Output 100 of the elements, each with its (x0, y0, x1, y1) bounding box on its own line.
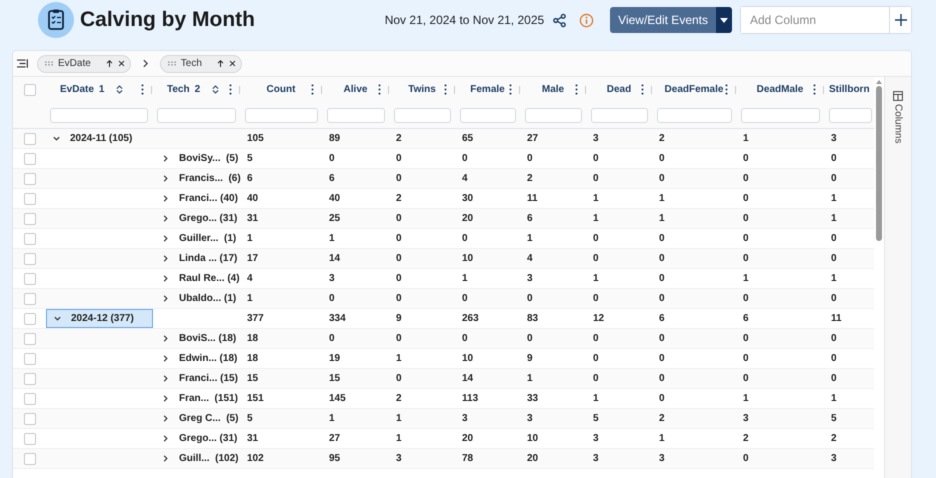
expand-toggle-icon[interactable] (52, 134, 61, 143)
column-menu-icon[interactable] (575, 84, 578, 95)
row-checkbox[interactable] (24, 312, 36, 324)
row-checkbox[interactable] (24, 272, 36, 284)
sort-icon[interactable] (212, 85, 220, 94)
filter-field[interactable] (829, 108, 872, 122)
filter-field[interactable] (460, 108, 516, 122)
row-checkbox[interactable] (24, 412, 36, 424)
row-checkbox[interactable] (24, 332, 36, 344)
column-header[interactable]: DeadFemale (664, 84, 724, 95)
table-cell: 2 (396, 133, 402, 144)
filter-field[interactable] (157, 108, 236, 122)
table-cell: 6 (659, 313, 665, 324)
row-checkbox[interactable] (24, 352, 36, 364)
table-cell: 10 (462, 253, 474, 264)
filter-field[interactable] (657, 108, 732, 122)
filter-field[interactable] (741, 108, 820, 122)
table-cell: 15 (247, 373, 258, 384)
row-checkbox[interactable] (24, 232, 36, 244)
expand-toggle-icon[interactable] (161, 294, 170, 303)
table-cell: 27 (527, 133, 538, 144)
filter-field[interactable] (394, 108, 451, 122)
filter-field[interactable] (245, 108, 318, 122)
table-cell: 0 (396, 333, 402, 344)
column-header[interactable]: Alive (344, 84, 368, 95)
expand-toggle-icon[interactable] (161, 434, 170, 443)
expand-toggle-icon[interactable] (161, 354, 170, 363)
expand-toggle-icon[interactable] (161, 394, 170, 403)
row-checkbox[interactable] (24, 432, 36, 444)
row-checkbox[interactable] (24, 252, 36, 264)
expand-toggle-icon[interactable] (161, 154, 170, 163)
expand-toggle-icon[interactable] (161, 274, 170, 283)
column-menu-icon[interactable] (444, 84, 447, 95)
filter-field[interactable] (327, 108, 385, 122)
columns-tab[interactable]: Columns (884, 77, 911, 478)
column-menu-icon[interactable] (141, 84, 144, 95)
row-checkbox[interactable] (24, 192, 36, 204)
column-menu-icon[interactable] (509, 84, 512, 95)
table-cell: 6 (527, 213, 533, 224)
row-checkbox[interactable] (24, 212, 36, 224)
close-icon[interactable] (118, 60, 125, 67)
expand-toggle-icon[interactable] (161, 414, 170, 423)
share-icon[interactable] (552, 12, 568, 28)
column-menu-icon[interactable] (725, 84, 728, 95)
drag-handle-icon[interactable] (45, 61, 53, 66)
table-cell: 4 (527, 253, 533, 264)
table-cell: 0 (396, 293, 402, 304)
expand-toggle-icon[interactable] (161, 194, 170, 203)
view-edit-events-button[interactable]: View/Edit Events (610, 7, 716, 33)
table-cell: 2 (659, 133, 665, 144)
column-menu-icon[interactable] (229, 84, 232, 95)
row-checkbox[interactable] (24, 292, 36, 304)
scroll-up-icon[interactable] (876, 80, 882, 84)
select-all-checkbox[interactable] (24, 84, 36, 96)
group-label: Francis... (6) (179, 173, 241, 184)
date-range: Nov 21, 2024 to Nov 21, 2025 (384, 13, 544, 27)
row-checkbox[interactable] (24, 392, 36, 404)
column-header[interactable]: Dead (606, 84, 632, 95)
column-header[interactable]: Twins (408, 84, 436, 95)
expand-toggle-icon[interactable] (161, 254, 170, 263)
column-menu-icon[interactable] (813, 84, 816, 95)
filter-field[interactable] (591, 108, 648, 122)
group-chip[interactable]: EvDate (37, 54, 131, 72)
column-header[interactable]: Male (542, 84, 564, 95)
info-icon[interactable] (579, 12, 594, 28)
filter-field[interactable] (50, 108, 148, 122)
row-checkbox[interactable] (24, 452, 36, 464)
table-cell: 14 (329, 253, 340, 264)
column-menu-icon[interactable] (311, 84, 314, 95)
column-header[interactable]: Female (470, 84, 505, 95)
column-menu-icon[interactable] (641, 84, 644, 95)
group-label: Guiller... (1) (179, 233, 236, 244)
close-icon[interactable] (228, 60, 236, 67)
expand-toggle-icon[interactable] (161, 334, 170, 343)
row-checkbox[interactable] (24, 172, 36, 184)
expand-toggle-icon[interactable] (161, 454, 170, 463)
row-checkbox[interactable] (24, 152, 36, 164)
column-header[interactable]: EvDate (60, 84, 94, 95)
expand-toggle-icon[interactable] (161, 374, 170, 383)
table-cell: 2 (659, 413, 665, 424)
table-cell: 3 (593, 453, 599, 464)
column-header[interactable]: Tech (167, 84, 190, 95)
group-chip[interactable]: Tech (160, 54, 242, 72)
sort-ascending-icon[interactable] (216, 60, 224, 67)
dropdown-button[interactable] (716, 7, 732, 33)
column-header[interactable]: DeadMale (756, 84, 804, 95)
column-header[interactable]: Stillborn (829, 84, 870, 95)
expand-toggle-icon[interactable] (161, 234, 170, 243)
column-header[interactable]: Count (266, 84, 296, 95)
table-cell: 0 (462, 153, 468, 164)
expand-toggle-icon[interactable] (53, 314, 62, 323)
expand-toggle-icon[interactable] (161, 214, 170, 223)
drag-handle-icon[interactable] (168, 61, 176, 66)
filter-field[interactable] (525, 108, 582, 122)
column-menu-icon[interactable] (378, 84, 381, 95)
sort-icon[interactable] (116, 85, 124, 94)
expand-toggle-icon[interactable] (161, 174, 170, 183)
sort-ascending-icon[interactable] (106, 60, 113, 67)
row-checkbox[interactable] (24, 132, 36, 144)
row-checkbox[interactable] (24, 372, 36, 384)
